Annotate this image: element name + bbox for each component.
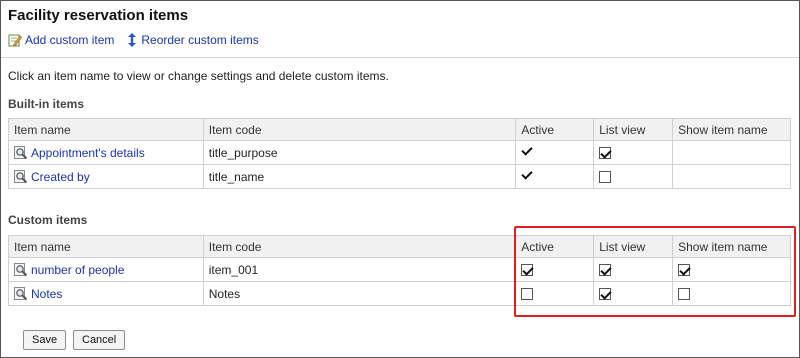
builtin-items-heading: Built-in items	[8, 97, 85, 111]
list-view-checkbox[interactable]	[599, 288, 612, 301]
list-view-checkbox[interactable]	[599, 264, 612, 277]
toolbar: Add custom item Reorder custom items	[8, 33, 271, 47]
item-code: title_purpose	[202, 140, 517, 165]
show-item-name-checkbox[interactable]	[678, 288, 691, 301]
reorder-custom-items-label: Reorder custom items	[141, 33, 259, 47]
magnifier-icon	[14, 286, 28, 300]
column-header-item-name: Item name	[8, 235, 204, 258]
reorder-custom-items-link[interactable]: Reorder custom items	[126, 33, 259, 47]
table-header-row: Item name Item code Active List view Sho…	[8, 235, 791, 258]
table-row: number of people item_001	[8, 257, 791, 282]
magnifier-icon	[14, 145, 28, 159]
show-item-name-cell	[672, 140, 791, 165]
add-custom-item-link[interactable]: Add custom item	[8, 33, 114, 47]
active-checkmark	[521, 169, 533, 181]
list-view-checkbox[interactable]	[599, 147, 612, 160]
item-name-link[interactable]: number of people	[31, 263, 124, 277]
column-header-item-name: Item name	[8, 118, 204, 141]
cancel-button[interactable]: Cancel	[73, 330, 126, 350]
active-checkbox[interactable]	[521, 264, 534, 277]
item-code: item_001	[202, 257, 517, 282]
item-code: title_name	[202, 164, 517, 189]
edit-icon	[8, 34, 22, 47]
custom-items-table: Item name Item code Active List view Sho…	[8, 235, 791, 306]
column-header-active: Active	[515, 118, 595, 141]
page-frame: Facility reservation items Add custom it…	[0, 0, 800, 358]
magnifier-icon	[14, 262, 28, 276]
item-name-link[interactable]: Appointment's details	[31, 146, 145, 160]
column-header-item-code: Item code	[202, 118, 517, 141]
divider	[1, 57, 799, 58]
show-item-name-checkbox[interactable]	[678, 264, 691, 277]
column-header-active: Active	[515, 235, 595, 258]
item-name-link[interactable]: Created by	[31, 170, 90, 184]
table-row: Created by title_name	[8, 164, 791, 189]
page-title: Facility reservation items	[8, 7, 189, 24]
active-checkbox[interactable]	[521, 288, 534, 301]
show-item-name-cell	[672, 164, 791, 189]
description-text: Click an item name to view or change set…	[8, 69, 389, 83]
column-header-list-view: List view	[593, 118, 674, 141]
up-down-arrow-icon	[128, 33, 137, 47]
item-name-link[interactable]: Notes	[31, 287, 62, 301]
active-checkmark	[521, 145, 533, 157]
table-row: Notes Notes	[8, 281, 791, 306]
custom-items-heading: Custom items	[8, 213, 88, 227]
save-button[interactable]: Save	[23, 330, 67, 350]
builtin-items-table: Item name Item code Active List view Sho…	[8, 118, 791, 189]
item-code: Notes	[202, 281, 517, 306]
table-row: Appointment's details title_purpose	[8, 140, 791, 165]
add-custom-item-label: Add custom item	[25, 33, 115, 47]
column-header-list-view: List view	[593, 235, 674, 258]
column-header-item-code: Item code	[202, 235, 517, 258]
magnifier-icon	[14, 169, 28, 183]
list-view-checkbox[interactable]	[599, 171, 612, 184]
table-header-row: Item name Item code Active List view Sho…	[8, 118, 791, 141]
column-header-show-item-name: Show item name	[672, 235, 791, 258]
column-header-show-item-name: Show item name	[672, 118, 791, 141]
